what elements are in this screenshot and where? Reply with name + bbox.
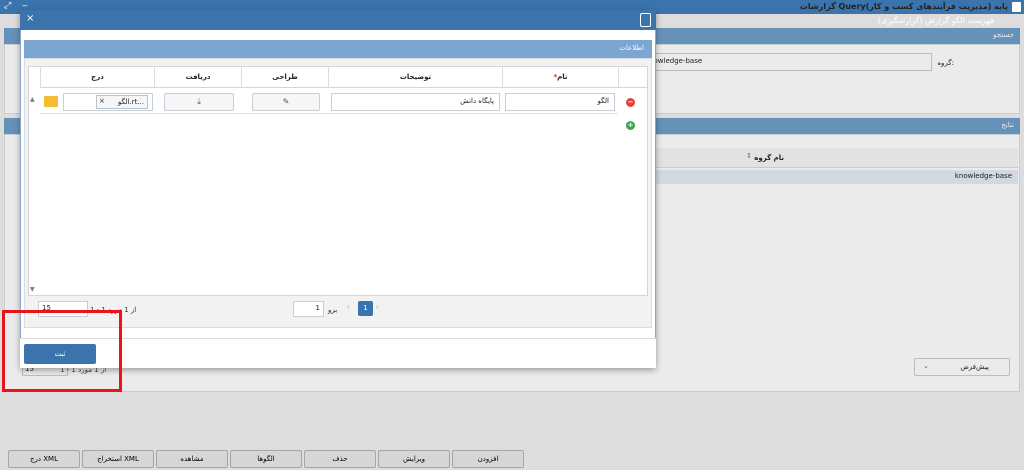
pencil-icon: ✎: [282, 97, 290, 106]
folder-icon[interactable]: [44, 96, 58, 107]
template-name-input[interactable]: الگو: [505, 93, 615, 111]
goto-page-input[interactable]: 1: [293, 301, 324, 317]
template-description-input[interactable]: پایگاه دانش: [331, 93, 500, 111]
goto-label: برو: [328, 306, 338, 314]
column-header-insert: درج: [40, 66, 154, 88]
row-divider: [40, 113, 618, 114]
column-header-download: دریافت: [154, 66, 241, 88]
column-header-actions: [618, 66, 648, 88]
info-section-header: اطلاعات: [24, 40, 652, 58]
page-button-current[interactable]: 1: [358, 301, 373, 316]
download-icon: ⤓: [197, 97, 201, 106]
scroll-up-icon[interactable]: ▲: [30, 96, 35, 103]
column-header-name: *نام: [502, 66, 618, 88]
file-tag: × الگو.rt...: [96, 95, 148, 109]
modal-titlebar: [20, 10, 656, 30]
app-title: گزارشات Queryپایه (مدیریت فرآیندهای کسب …: [799, 2, 1008, 11]
tag-remove-icon[interactable]: ×: [99, 97, 105, 105]
column-header-name-label: نام: [557, 73, 568, 81]
report-icon: [640, 13, 651, 27]
download-button[interactable]: ⤓: [164, 93, 234, 111]
info-section-title: اطلاعات: [619, 44, 644, 52]
previous-page-icon[interactable]: ›: [376, 303, 379, 311]
next-page-icon[interactable]: ‹: [347, 303, 350, 311]
design-button[interactable]: ✎: [252, 93, 320, 111]
close-icon[interactable]: ×: [26, 13, 34, 24]
modal-title: فهرست الگو گزارش (گزارشگیری): [877, 16, 994, 25]
scroll-down-icon[interactable]: ▼: [30, 286, 35, 293]
column-header-design: طراحی: [241, 66, 328, 88]
highlight-annotation: [2, 310, 122, 392]
app-document-icon: [1012, 2, 1021, 12]
file-tag-label: الگو.rt...: [117, 98, 144, 106]
column-header-description: توضیحات: [328, 66, 502, 88]
remove-row-icon[interactable]: −: [626, 98, 635, 107]
add-row-icon[interactable]: +: [626, 121, 635, 130]
